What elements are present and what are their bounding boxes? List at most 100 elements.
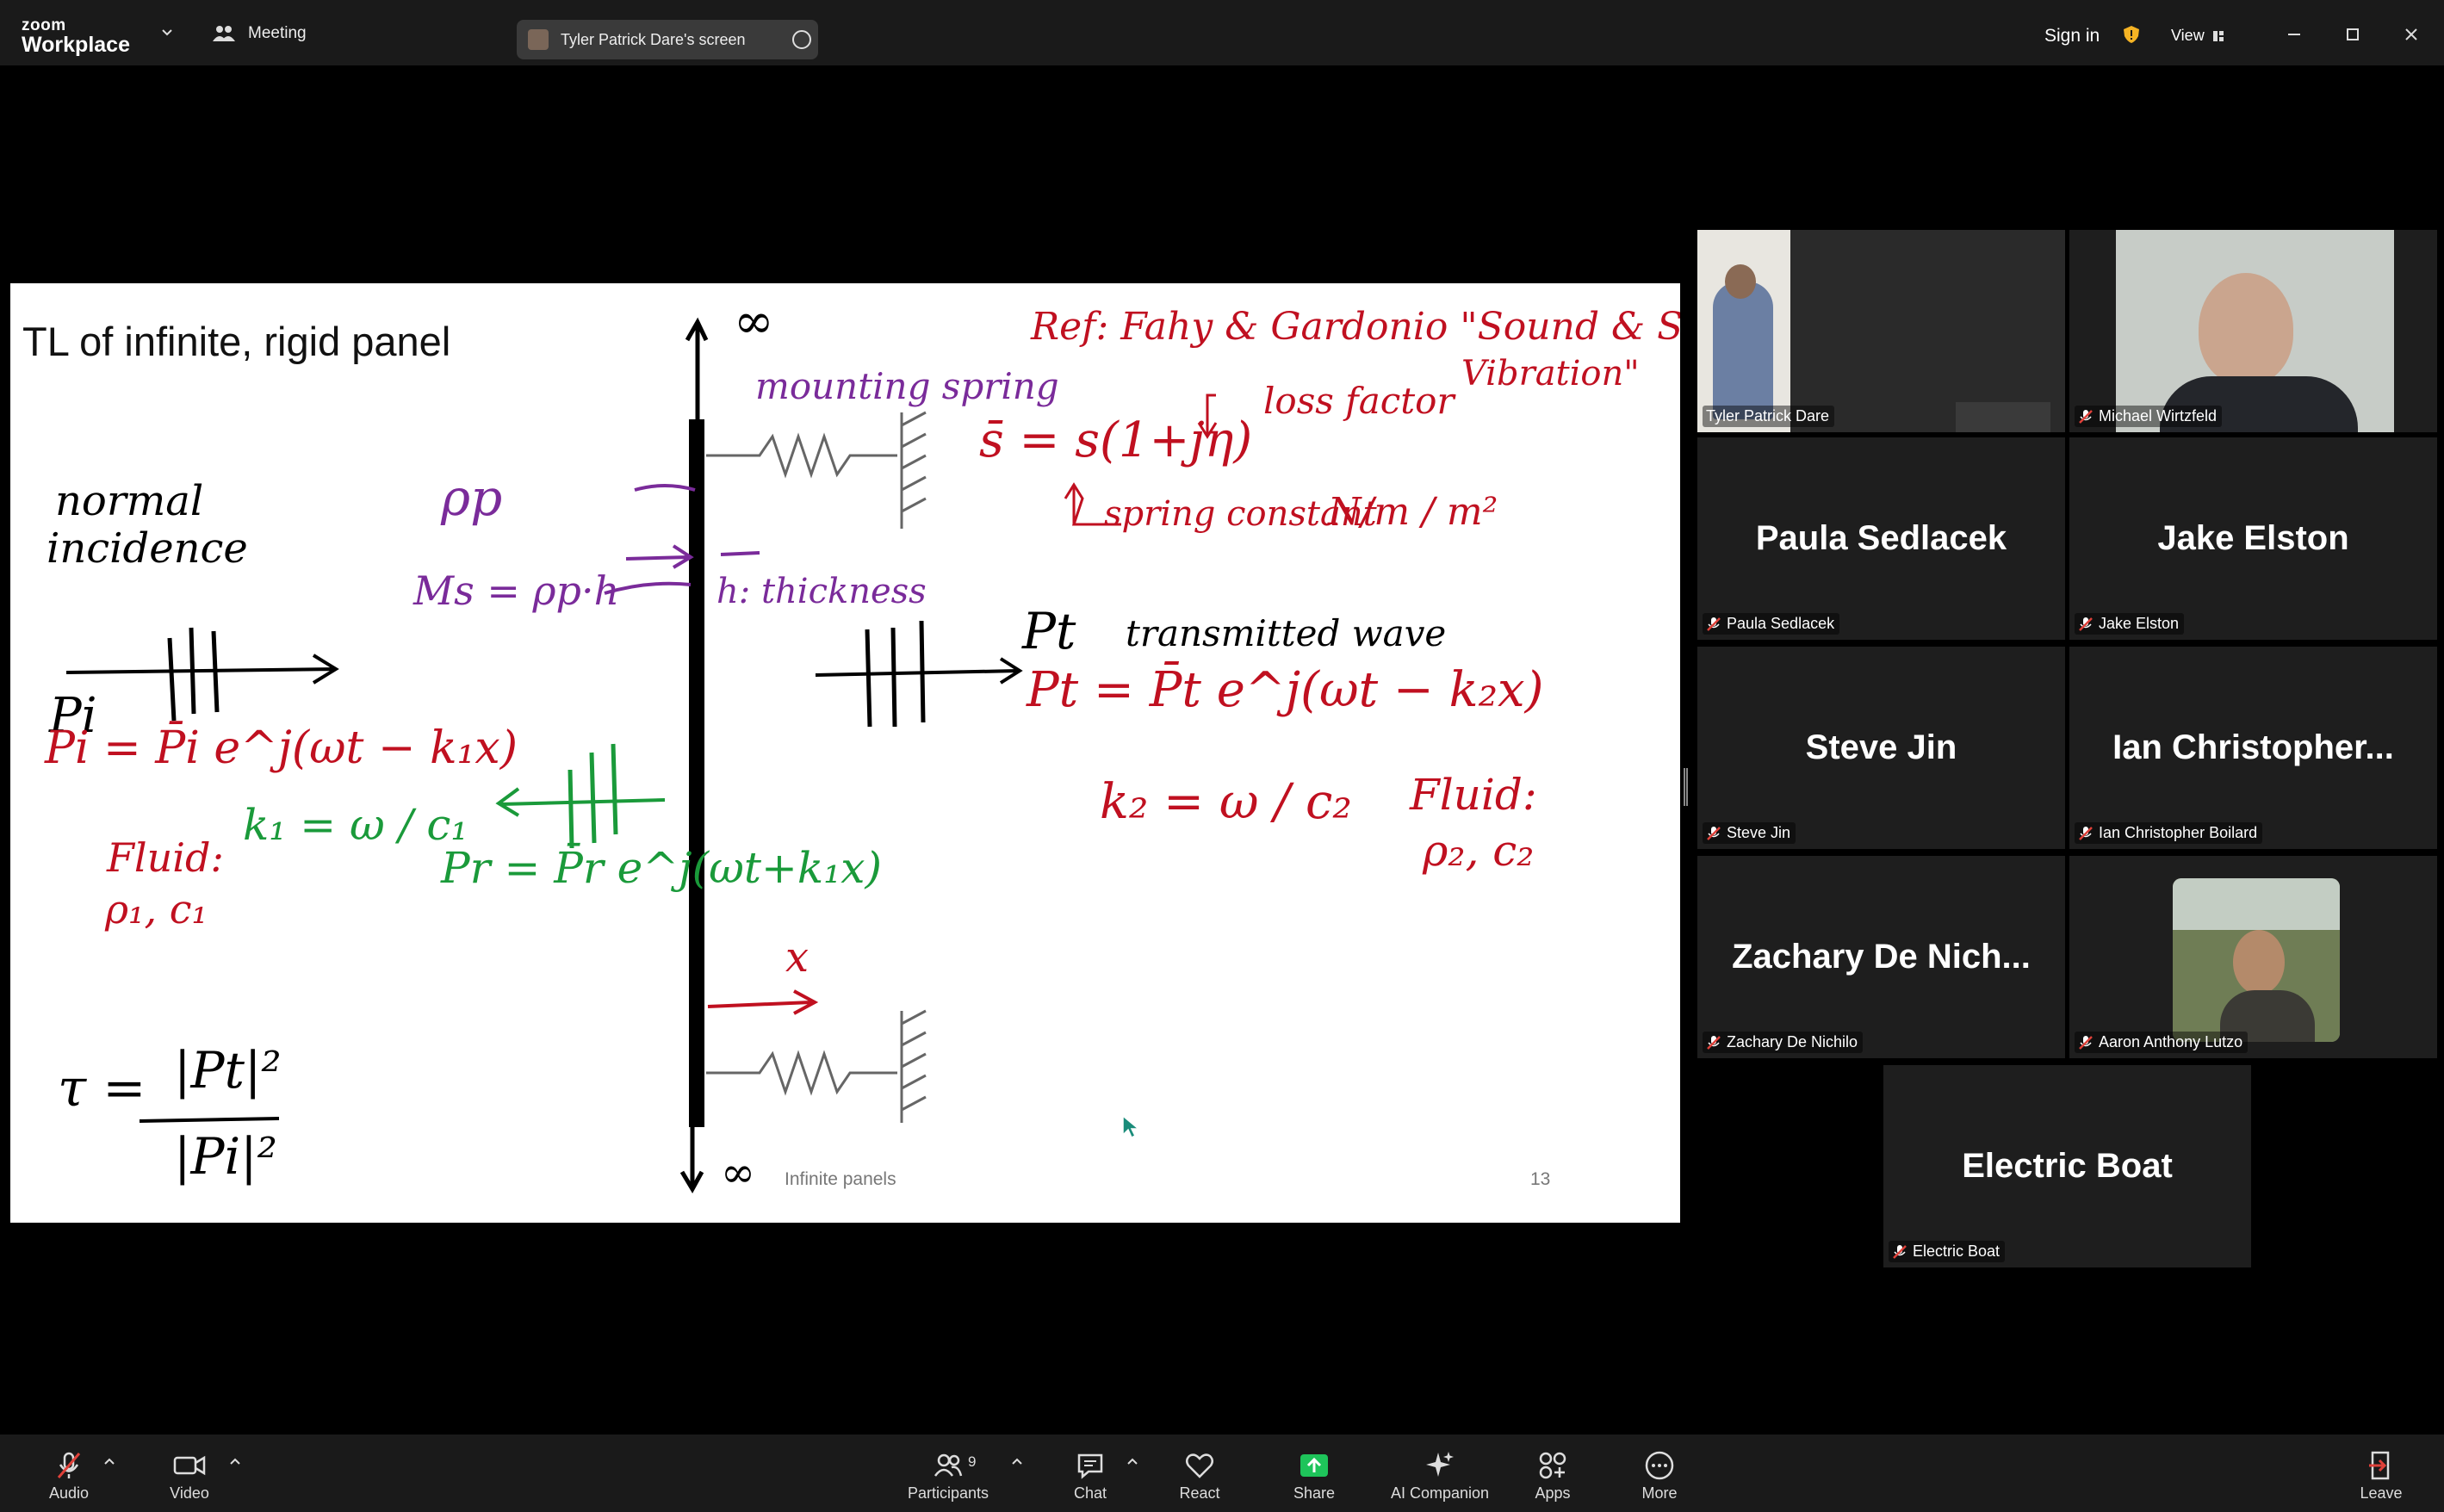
participant-name: Aaron Anthony Lutzo	[2099, 1033, 2243, 1050]
participant-name-tag: Paula Sedlacek	[1703, 613, 1840, 635]
participant-name: Zachary De Nichilo	[1727, 1033, 1858, 1050]
more-label: More	[1641, 1484, 1678, 1502]
zoom-logo: zoom Workplace	[22, 17, 130, 56]
k1-equation: k₁ = ω / c₁	[243, 800, 468, 850]
mass-eq: Ms = ρp·h	[413, 567, 620, 614]
participant-name-tag: Tyler Patrick Dare	[1703, 406, 1835, 427]
mic-muted-icon	[2079, 826, 2093, 840]
shield-icon[interactable]	[2124, 26, 2139, 43]
ai-companion-label: AI Companion	[1390, 1484, 1490, 1502]
tau-numerator: |Pt|²	[174, 1041, 282, 1100]
sign-in-link[interactable]: Sign in	[2044, 26, 2100, 46]
participant-name-tag: Michael Wirtzfeld	[2075, 406, 2223, 427]
video-options-caret-icon[interactable]	[229, 1457, 241, 1466]
participant-avatar-photo	[2173, 878, 2340, 1042]
screen-share-label: Tyler Patrick Dare's screen	[561, 30, 746, 48]
top-spring	[706, 432, 897, 479]
view-button[interactable]: View	[2171, 27, 2225, 45]
logo-bottom: Workplace	[22, 33, 130, 57]
more-button[interactable]: More	[1638, 1450, 1681, 1503]
mic-muted-icon	[1707, 826, 1721, 840]
fluid1-values: ρ₁, c₁	[105, 886, 208, 933]
minimize-icon[interactable]	[2284, 24, 2304, 45]
video-button[interactable]: Video	[162, 1450, 217, 1503]
participant-display-name: Zachary De Nich...	[1732, 938, 2031, 976]
shared-screen-slide: TL of infinite, rigid panel ∞ ∞ Ref: Fah…	[10, 283, 1680, 1223]
leave-door-icon	[2369, 1451, 2390, 1480]
leave-button[interactable]: Leave	[2360, 1450, 2403, 1503]
apps-icon	[1539, 1452, 1566, 1479]
participant-tile-aaron[interactable]: Aaron Anthony Lutzo	[2069, 856, 2437, 1058]
participant-tile-ian[interactable]: Ian Christopher... Ian Christopher Boila…	[2069, 647, 2437, 849]
audio-button[interactable]: Audio	[43, 1450, 95, 1503]
participant-display-name: Steve Jin	[1805, 728, 1957, 766]
participant-display-name: Paula Sedlacek	[1755, 519, 2007, 557]
participant-name-tag: Electric Boat	[1889, 1241, 2006, 1262]
audio-options-caret-icon[interactable]	[103, 1457, 115, 1466]
loss-factor-label: loss factor	[1263, 380, 1455, 422]
tau-denominator: |Pi|²	[174, 1127, 277, 1186]
apps-label: Apps	[1535, 1484, 1571, 1502]
rho-p-label: ρp	[441, 468, 503, 527]
screen-share-indicator[interactable]: Tyler Patrick Dare's screen	[517, 20, 818, 59]
participant-display-name: Jake Elston	[2157, 519, 2349, 557]
participant-tile-electric-boat[interactable]: Electric Boat Electric Boat	[1883, 1065, 2251, 1267]
react-button[interactable]: React	[1178, 1450, 1221, 1503]
participants-count: 9	[968, 1453, 977, 1470]
pr-equation: Pr = P̄r e^j(ωt+k₁x)	[441, 843, 882, 893]
participant-tile-tyler[interactable]: Tyler Patrick Dare	[1697, 230, 2065, 432]
people-icon	[213, 26, 235, 41]
panel-resize-handle[interactable]	[1684, 768, 1688, 806]
participant-name: Paula Sedlacek	[1727, 615, 1835, 632]
apps-button[interactable]: Apps	[1531, 1450, 1574, 1503]
participants-icon	[934, 1453, 963, 1477]
participant-tile-steve[interactable]: Steve Jin Steve Jin	[1697, 647, 2065, 849]
meeting-menu[interactable]: Meeting	[212, 24, 307, 43]
participant-name: Michael Wirtzfeld	[2099, 407, 2218, 424]
meeting-label: Meeting	[248, 24, 307, 42]
participant-tile-paula[interactable]: Paula Sedlacek Paula Sedlacek	[1697, 437, 2065, 640]
panel-bar	[689, 419, 704, 1127]
down-arrow	[679, 1127, 704, 1194]
maximize-icon[interactable]	[2342, 24, 2363, 45]
share-label: Share	[1293, 1484, 1336, 1502]
participant-tile-jake[interactable]: Jake Elston Jake Elston	[2069, 437, 2437, 640]
mouse-cursor-icon	[1122, 1114, 1140, 1139]
participant-name-tag: Jake Elston	[2075, 613, 2185, 635]
participant-name: Ian Christopher Boilard	[2099, 824, 2258, 841]
fluid2-label: Fluid:	[1410, 770, 1537, 820]
participant-name-tag: Steve Jin	[1703, 822, 1796, 844]
tau-equation: τ =	[58, 1058, 146, 1119]
video-person	[1713, 282, 1773, 419]
share-screen-icon	[1300, 1454, 1328, 1477]
participant-tile-michael[interactable]: Michael Wirtzfeld	[2069, 230, 2437, 432]
participants-options-caret-icon[interactable]	[1011, 1457, 1023, 1466]
participant-name: Tyler Patrick Dare	[1706, 407, 1830, 424]
chat-button[interactable]: Chat	[1068, 1450, 1113, 1503]
chat-options-caret-icon[interactable]	[1126, 1457, 1138, 1466]
pi-equation: Pi = P̄i e^j(ωt − k₁x)	[45, 722, 518, 774]
pt-equation: Pt = P̄t e^j(ωt − k₂x)	[1027, 662, 1544, 718]
reference-text: Ref: Fahy & Gardonio "Sound & Structural	[1031, 305, 1680, 349]
ai-companion-button[interactable]: AI Companion	[1385, 1450, 1495, 1503]
view-label: View	[2171, 27, 2205, 44]
logo-top: zoom	[22, 16, 66, 34]
close-icon[interactable]	[2401, 24, 2422, 45]
sharer-avatar	[528, 29, 549, 50]
complex-stiffness-eq: s̄ = s(1+jη)	[979, 412, 1253, 468]
leave-label: Leave	[2360, 1484, 2403, 1502]
participant-tile-zachary[interactable]: Zachary De Nich... Zachary De Nichilo	[1697, 856, 2065, 1058]
more-options-icon[interactable]	[792, 30, 811, 49]
sparkle-icon	[1426, 1452, 1454, 1477]
participant-display-name: Electric Boat	[1962, 1147, 2173, 1185]
grid-icon	[2212, 30, 2224, 41]
participants-button[interactable]: Participants	[903, 1450, 994, 1503]
share-button[interactable]: Share	[1292, 1450, 1337, 1503]
mic-muted-icon	[2079, 1035, 2093, 1050]
meeting-toolbar: Audio Video Participants 9 Chat React Sh…	[0, 1435, 2444, 1512]
chevron-down-icon[interactable]	[160, 26, 174, 40]
more-icon	[1645, 1451, 1674, 1480]
x-mark: x	[785, 933, 809, 982]
mic-muted-icon	[1893, 1244, 1907, 1259]
mic-muted-icon	[1707, 1035, 1721, 1050]
